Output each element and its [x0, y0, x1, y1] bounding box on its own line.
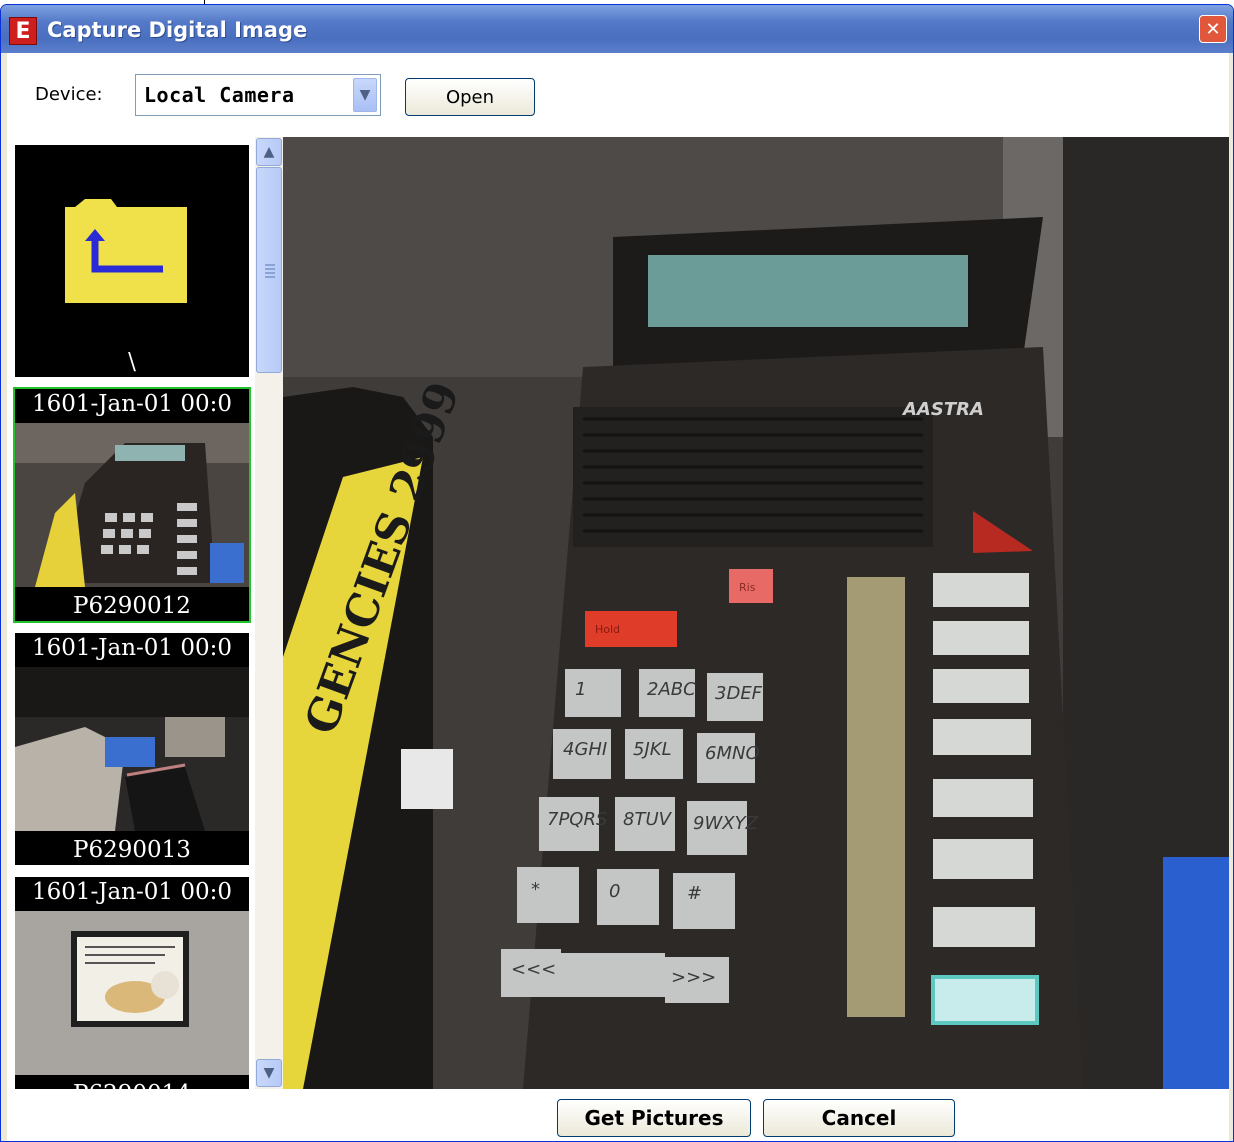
thumbnail-scrollbar[interactable]: ▲ ▼ [255, 137, 283, 1089]
content-area: \ 1601-Jan-01 00:0 P6290012 1601-Jan-01 … [7, 137, 1229, 1089]
window-title: Capture Digital Image [47, 18, 308, 42]
device-select-value: Local Camera [144, 83, 295, 107]
thumbnail-date: 1601-Jan-01 00:0 [31, 879, 233, 905]
preview-key: 5JKL [633, 739, 672, 760]
preview-hold-key: Hold [595, 623, 620, 636]
thumbnail-up-folder[interactable]: \ [13, 143, 251, 379]
device-select[interactable]: Local Camera ▼ [135, 74, 381, 116]
device-label: Device: [35, 84, 103, 105]
preview-key: 3DEF [715, 683, 763, 704]
close-button[interactable]: ✕ [1199, 15, 1227, 43]
thumbnail-item[interactable]: 1601-Jan-01 00:0 P6290012 [13, 387, 251, 623]
app-icon: E [9, 17, 37, 45]
chevron-down-icon[interactable]: ▼ [256, 1059, 282, 1087]
close-icon: ✕ [1205, 18, 1221, 40]
preview-key: * [531, 879, 540, 900]
preview-key: 9WXYZ [693, 813, 759, 834]
thumbnail-date: 1601-Jan-01 00:0 [31, 391, 233, 417]
preview-key: 6MNO [705, 743, 760, 764]
image-preview: GENCIES 2999 AASTRA Ris Hold 1 2ABC 3DEF… [283, 137, 1229, 1089]
thumbnail-name: P6290013 [73, 837, 191, 863]
preview-key: 7PQRS [547, 809, 607, 830]
preview-photo: GENCIES 2999 AASTRA Ris Hold 1 2ABC 3DEF… [283, 137, 1229, 1089]
preview-ris-key: Ris [739, 581, 756, 594]
preview-key: 2ABC [647, 679, 696, 700]
preview-key: 0 [609, 881, 620, 902]
thumbnail-image [15, 911, 249, 1075]
preview-key: 1 [575, 679, 586, 700]
thumbnail-name: P6290014 [15, 1081, 249, 1089]
capture-dialog: E Capture Digital Image ✕ Device: Local … [0, 4, 1234, 1142]
chevron-up-icon[interactable]: ▲ [256, 138, 282, 166]
cancel-button[interactable]: Cancel [763, 1099, 955, 1137]
button-bar: Get Pictures Cancel [7, 1089, 1229, 1141]
preview-nav-left: <<< [511, 959, 556, 980]
thumbnail-name: \ [128, 349, 136, 375]
grip-icon [265, 264, 275, 278]
thumbnail-date: 1601-Jan-01 00:0 [31, 635, 233, 661]
up-folder-icon [15, 145, 249, 377]
preview-key: 8TUV [623, 809, 673, 830]
thumbnail-name: P6290012 [73, 593, 191, 619]
preview-key: # [687, 883, 702, 904]
preview-nav-right: >>> [671, 967, 716, 988]
chevron-down-icon[interactable]: ▼ [353, 78, 377, 112]
title-bar[interactable]: E Capture Digital Image ✕ [1, 5, 1233, 53]
thumbnail-item[interactable]: 1601-Jan-01 00:0 P6290013 [13, 631, 251, 867]
scrollbar-thumb[interactable] [256, 167, 282, 373]
thumbnail-item[interactable]: 1601-Jan-01 00:0 P6290014 [13, 875, 251, 1089]
thumbnail-list: \ 1601-Jan-01 00:0 P6290012 1601-Jan-01 … [7, 137, 255, 1089]
thumbnail-image [15, 423, 249, 587]
preview-key: 4GHI [563, 739, 607, 760]
preview-brand: AASTRA [901, 399, 984, 420]
thumbnail-image [15, 667, 249, 831]
get-pictures-button[interactable]: Get Pictures [557, 1099, 751, 1137]
open-button[interactable]: Open [405, 78, 535, 116]
toolbar: Device: Local Camera ▼ Open [7, 53, 1229, 137]
